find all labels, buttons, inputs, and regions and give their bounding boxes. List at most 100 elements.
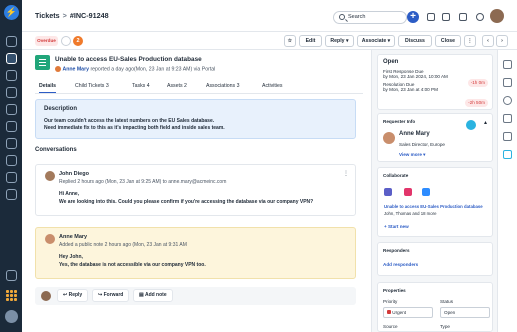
close-ticket-button[interactable]: Close (435, 35, 461, 47)
breadcrumb-separator: > (62, 11, 67, 20)
list-icon[interactable] (427, 13, 435, 21)
reports-icon[interactable] (6, 172, 17, 183)
avatar (45, 234, 55, 244)
priority-select[interactable]: Urgent (383, 307, 433, 318)
reply-dropdown-label: Reply (330, 38, 345, 44)
right-rail (497, 50, 517, 332)
zoom-icon[interactable] (422, 188, 430, 196)
skype-icon[interactable] (503, 150, 512, 159)
timer-icon[interactable] (503, 96, 512, 105)
forward-label: Forward (103, 292, 124, 298)
note-icon: ▤ (139, 292, 144, 298)
properties-card: Properties Priority Urgent Status Open S… (377, 282, 493, 332)
previous-ticket-button[interactable]: ‹ (482, 35, 494, 47)
calendar-icon[interactable] (459, 13, 467, 21)
start-new-link[interactable]: + Start new (384, 224, 409, 229)
resolution-overdue-badge: -2h 50m (465, 99, 488, 107)
tab-details[interactable]: Details (39, 83, 57, 93)
status-select[interactable]: Open (440, 307, 490, 318)
right-sidebar: Open First Response Due by Mon, 23 Jan 2… (371, 50, 497, 332)
sla-card: Open First Response Due by Mon, 23 Jan 2… (377, 54, 493, 110)
teams-icon[interactable] (384, 188, 392, 196)
ticket-type-icon (35, 55, 50, 70)
notifications-bell-icon[interactable] (476, 13, 484, 21)
reply-button[interactable]: ↩ Reply (57, 289, 89, 302)
forward-button[interactable]: ↪ Forward (92, 289, 130, 302)
changes-icon[interactable] (6, 87, 17, 98)
slack-icon[interactable] (404, 188, 412, 196)
projects-icon[interactable] (6, 155, 17, 166)
description-heading: Description (44, 106, 78, 112)
start-new-label: Start new (387, 224, 409, 229)
collapse-icon[interactable]: ▴ (484, 119, 487, 126)
contact-info-icon[interactable] (503, 78, 512, 87)
type-label: Type (440, 324, 450, 329)
solutions-icon[interactable] (6, 138, 17, 149)
next-ticket-button[interactable]: › (496, 35, 508, 47)
conversation-meta: Replied 2 hours ago (Mon, 23 Jan at 9:25… (59, 179, 227, 185)
source-label: Source (383, 324, 398, 329)
edit-button[interactable]: Edit (299, 35, 322, 47)
tickets-icon[interactable] (6, 53, 17, 64)
priority-label: Priority (383, 299, 398, 304)
collaboration-link[interactable]: Unable to access EU-Sales Production dat… (384, 204, 483, 209)
description-line-2: Need immediate fix to this as it's impac… (44, 125, 225, 131)
add-note-button[interactable]: ▤ Add note (133, 289, 173, 302)
responders-card: Responders Add responders (377, 242, 493, 276)
resolution-value: by Mon, 23 Jan at 4:00 PM (383, 87, 438, 92)
conversation-item: John Diego Replied 2 hours ago (Mon, 23 … (35, 164, 356, 216)
more-options-icon[interactable]: ⋮ (464, 35, 476, 47)
associate-label: Associate (361, 38, 387, 44)
dashboard-icon[interactable] (6, 36, 17, 47)
watchers-count-badge[interactable]: 2 (73, 36, 83, 46)
watch-eye-icon[interactable] (61, 36, 71, 46)
tab-child-tickets[interactable]: Child Tickets 3 (75, 83, 109, 89)
apps-grid-icon[interactable] (6, 290, 17, 301)
search-input[interactable]: Search (333, 11, 407, 24)
conversation-body: We are looking into this. Could you plea… (59, 199, 314, 205)
conversation-greeting: Hey John, (59, 254, 83, 260)
requester-link[interactable]: Anne Mary (62, 66, 89, 72)
associate-dropdown-button[interactable]: Associate ▾ (357, 35, 395, 47)
help-icon[interactable] (6, 270, 17, 281)
tab-assets[interactable]: Assets 2 (167, 83, 187, 89)
requester-name[interactable]: Anne Mary (399, 131, 430, 137)
star-icon[interactable]: ☆ (284, 35, 296, 47)
cart-icon[interactable] (503, 132, 512, 141)
releases-icon[interactable] (6, 104, 17, 115)
tab-activities[interactable]: Activities (262, 83, 282, 89)
reported-text: reported a day ago(Mon, 23 Jan at 9:23 A… (90, 66, 216, 73)
app-logo-icon[interactable]: ⚡ (4, 5, 19, 20)
reply-dropdown-button[interactable]: Reply ▾ (325, 35, 354, 47)
discuss-button[interactable]: Discuss (398, 35, 432, 47)
properties-heading: Properties (383, 288, 406, 293)
avatar (383, 132, 395, 144)
ticket-summary-icon[interactable] (503, 60, 512, 69)
admin-settings-icon[interactable] (6, 189, 17, 200)
avatar (45, 171, 55, 181)
description-box: Description Our team couldn't access the… (35, 99, 356, 139)
conversation-more-icon[interactable]: ⋮ (343, 170, 349, 177)
tab-tasks[interactable]: Tasks 4 (132, 83, 150, 89)
tab-associations[interactable]: Associations 3 (206, 83, 239, 89)
avatar (41, 291, 51, 301)
ticket-tabs: Details Child Tickets 3 Tasks 4 Assets 2… (35, 82, 363, 94)
add-responders-link[interactable]: Add responders (383, 262, 487, 267)
ticket-meta: Anne Mary reported a day ago(Mon, 23 Jan… (55, 66, 215, 72)
assets-icon[interactable] (6, 121, 17, 132)
conversation-meta: Added a public note 2 hours ago (Mon, 23… (59, 242, 187, 248)
user-avatar[interactable] (5, 310, 18, 323)
breadcrumb-tickets-link[interactable]: Tickets (35, 11, 60, 20)
notes-icon[interactable] (503, 114, 512, 123)
add-new-button[interactable]: + (407, 11, 419, 23)
description-line-1: Our team couldn't access the latest numb… (44, 118, 215, 124)
conversation-note: Anne Mary Added a public note 2 hours ag… (35, 227, 356, 279)
problems-icon[interactable] (6, 70, 17, 81)
status-label: Status (440, 299, 454, 304)
bookmark-icon[interactable] (442, 13, 450, 21)
requester-info-card: Requester Info Anne Mary Sales Director,… (377, 113, 493, 162)
profile-avatar[interactable] (490, 9, 504, 23)
view-more-link[interactable]: View more ▾ (399, 152, 426, 158)
first-response-overdue-badge: -1h 0m (467, 79, 488, 87)
requester-chat-icon[interactable] (466, 120, 476, 130)
